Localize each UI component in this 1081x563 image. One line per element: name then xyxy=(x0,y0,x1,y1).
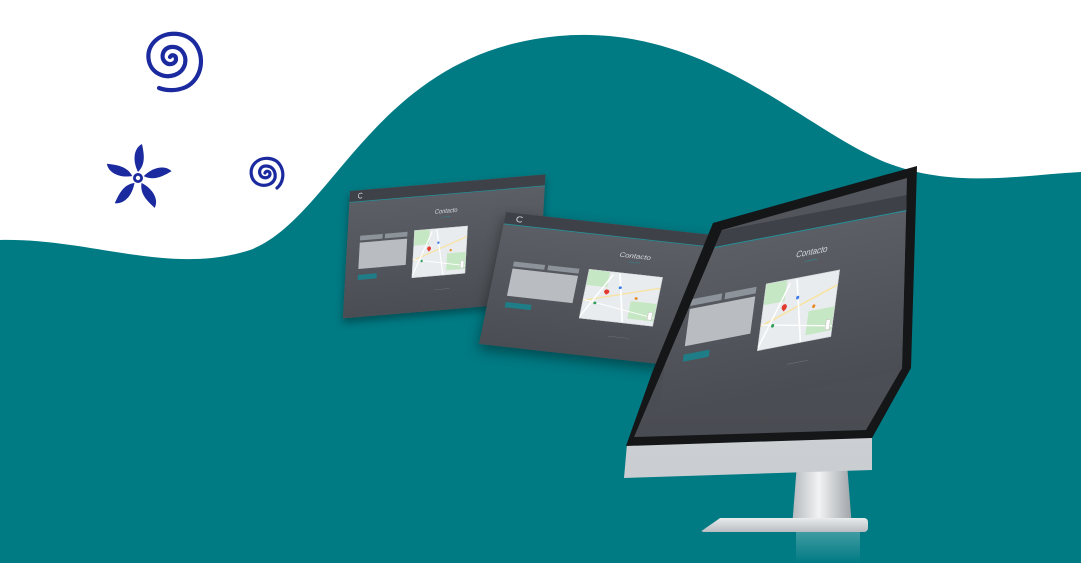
hero-scene: Contacto Contacto Contacto xyxy=(0,0,1081,563)
map-poi-icon xyxy=(449,248,452,252)
message-field[interactable] xyxy=(358,238,408,269)
title-divider xyxy=(441,216,451,218)
site-logo xyxy=(357,192,364,199)
map-poi-icon xyxy=(420,259,423,263)
message-field[interactable] xyxy=(506,268,579,304)
footer-divider xyxy=(434,288,450,290)
title-divider xyxy=(804,258,818,262)
flower-icon xyxy=(106,144,172,208)
send-button[interactable] xyxy=(357,273,377,281)
location-map[interactable] xyxy=(757,269,840,351)
title-divider xyxy=(627,261,641,264)
map-poi-icon xyxy=(634,297,638,301)
monitor-stand-base xyxy=(700,518,868,532)
map-zoom-control[interactable] xyxy=(460,260,464,269)
logo-mark-icon xyxy=(515,215,525,223)
name-field[interactable] xyxy=(359,233,383,241)
footer-divider xyxy=(608,335,630,339)
location-map[interactable] xyxy=(411,225,468,278)
stand-reflection xyxy=(796,532,860,563)
site-logo xyxy=(515,215,525,223)
map-poi-icon xyxy=(593,301,597,305)
email-field[interactable] xyxy=(384,231,408,239)
send-button[interactable] xyxy=(682,349,710,362)
send-button[interactable] xyxy=(504,301,532,311)
map-poi-icon xyxy=(770,323,775,328)
location-map[interactable] xyxy=(578,268,663,327)
footer-divider xyxy=(786,360,808,365)
map-poi-icon xyxy=(811,304,816,309)
large-spiral-icon xyxy=(146,31,204,93)
map-pin-icon xyxy=(603,288,611,295)
logo-mark-icon xyxy=(357,192,364,199)
small-spiral-icon xyxy=(249,156,285,190)
